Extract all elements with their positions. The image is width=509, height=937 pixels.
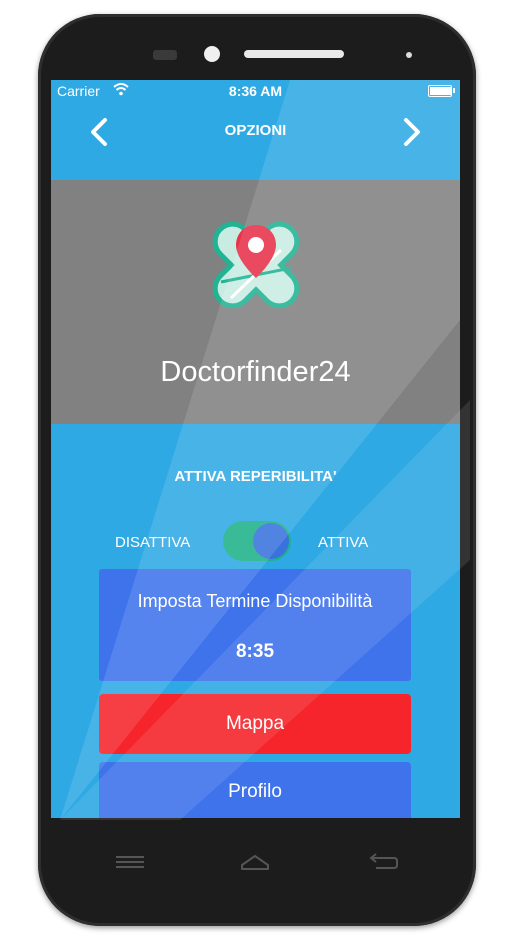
profile-button[interactable]: Profilo [99,762,411,818]
front-camera [204,46,220,62]
navigation-bar: OPZIONI [51,102,460,158]
status-bar: Carrier 8:36 AM [51,80,460,102]
profile-header: Doctorfinder24 [51,180,460,424]
light-sensor [406,52,412,58]
chevron-right-icon[interactable] [398,114,426,150]
toggle-on-label: ATTIVA [318,534,369,551]
app-name: Doctorfinder24 [160,356,351,388]
end-time-value[interactable]: 8:35 [99,641,411,663]
earpiece-speaker [244,50,344,58]
home-icon[interactable] [239,850,271,874]
availability-title: ATTIVA REPERIBILITA' [174,468,337,485]
back-arrow-icon[interactable] [366,850,400,874]
battery-icon [428,85,455,97]
availability-toggle[interactable] [223,521,291,561]
map-pin-cross-logo [201,210,311,320]
status-time: 8:36 AM [228,83,283,99]
availability-toggle-row: DISATTIVA ATTIVA [51,520,460,564]
toggle-off-label: DISATTIVA [115,534,191,551]
map-button[interactable]: Mappa [99,694,411,754]
end-time-card: Imposta Termine Disponibilità 8:35 [99,569,411,681]
end-time-title: Imposta Termine Disponibilità [137,591,373,611]
proximity-sensor [153,50,177,60]
toggle-knob [253,523,289,559]
app-screen: Carrier 8:36 AM OPZIONI Doctorfinder24 A… [51,80,460,818]
menu-icon[interactable] [114,850,146,874]
